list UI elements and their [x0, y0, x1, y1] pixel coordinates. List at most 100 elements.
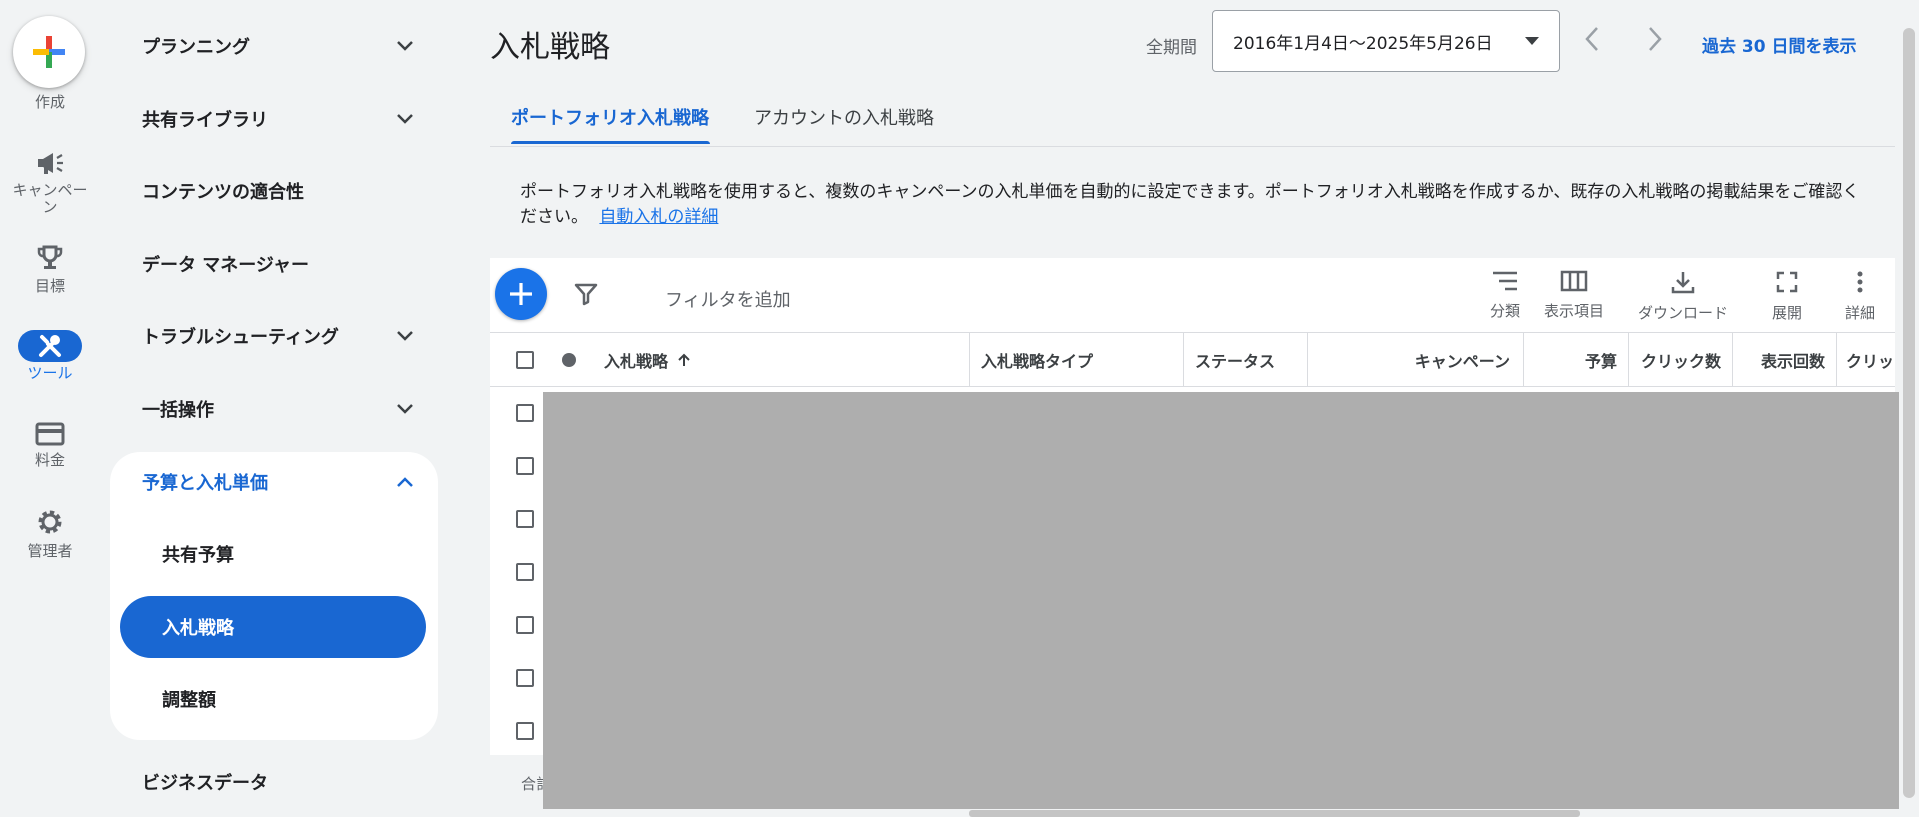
plus-icon — [510, 283, 532, 305]
segment-label: 分類 — [1490, 302, 1521, 320]
download-icon — [1671, 272, 1695, 294]
add-filter-input[interactable]: フィルタを追加 — [665, 286, 791, 312]
rail-admin-label: 管理者 — [27, 542, 73, 560]
nav-budgets-bids-label: 予算と入札単価 — [142, 473, 268, 494]
table-header: 入札戦略 入札戦略タイプ ステータス キャンペーン 予算 クリック数 表示回数 … — [490, 333, 1895, 387]
col-status[interactable]: ステータス — [1195, 333, 1275, 386]
nav-item-business-data[interactable]: ビジネスデータ — [110, 757, 440, 807]
download-button[interactable]: ダウンロード — [1638, 270, 1728, 323]
horizontal-scrollbar[interactable] — [969, 810, 1580, 817]
tab-portfolio-bid-strategies[interactable]: ポートフォリオ入札戦略 — [511, 104, 709, 130]
trophy-icon — [18, 242, 82, 274]
nav-adjustments-label: 調整額 — [162, 690, 216, 711]
rail-item-campaigns[interactable]: キャンペーン — [0, 147, 100, 216]
nav-item-bid-strategies[interactable]: 入札戦略 — [120, 596, 426, 658]
left-rail: 作成 キャンペーン 目標 ツール 料金 管理者 — [0, 0, 100, 817]
columns-button[interactable]: 表示項目 — [1544, 270, 1604, 321]
create-button[interactable] — [13, 16, 85, 88]
more-button[interactable]: 詳細 — [1845, 270, 1875, 323]
rail-billing-label: 料金 — [34, 451, 65, 469]
chevron-left-icon — [1585, 27, 1598, 51]
nav-item-adjustments[interactable]: 調整額 — [120, 668, 426, 730]
col-impressions[interactable]: 表示回数 — [1732, 333, 1825, 386]
sort-ascending-icon — [678, 353, 690, 366]
column-divider — [1183, 333, 1184, 386]
plus-multicolor-icon — [33, 36, 65, 68]
description: ポートフォリオ入札戦略を使用すると、複数のキャンペーンの入札単価を自動的に設定で… — [520, 180, 1875, 230]
add-bid-strategy-button[interactable] — [495, 268, 547, 320]
tab-divider — [490, 146, 1895, 147]
row-checkbox[interactable] — [516, 722, 534, 740]
rail-item-admin[interactable]: 管理者 — [0, 506, 100, 560]
dropdown-arrow-icon — [1525, 37, 1539, 45]
rail-goals-label: 目標 — [34, 277, 65, 295]
chevron-down-icon — [397, 331, 413, 341]
tab-account-bid-strategies[interactable]: アカウントの入札戦略 — [754, 104, 934, 130]
rail-create-label: 作成 — [34, 93, 65, 111]
columns-icon — [1560, 270, 1588, 292]
nav-business-data-label: ビジネスデータ — [142, 773, 268, 794]
expand-button[interactable]: 展開 — [1772, 270, 1802, 323]
rail-campaigns-label: キャンペーン — [12, 181, 88, 216]
description-text: ポートフォリオ入札戦略を使用すると、複数のキャンペーンの入札単価を自動的に設定で… — [520, 182, 1860, 227]
auto-bidding-details-link[interactable]: 自動入札の詳細 — [599, 207, 718, 227]
nav-item-troubleshooting[interactable]: トラブルシューティング — [110, 311, 440, 361]
chevron-down-icon — [397, 404, 413, 414]
date-range-select[interactable]: 2016年1月4日～2025年5月26日 — [1212, 10, 1560, 72]
row-checkbox[interactable] — [516, 404, 534, 422]
segment-button[interactable]: 分類 — [1490, 270, 1520, 321]
row-checkbox[interactable] — [516, 669, 534, 687]
col-ctr-partial[interactable]: クリッ — [1846, 333, 1894, 386]
chevron-down-icon — [397, 114, 413, 124]
nav-item-shared-budgets[interactable]: 共有予算 — [120, 523, 426, 585]
nav-item-data-manager[interactable]: データ マネージャー — [110, 239, 440, 289]
col-bid-strategy[interactable]: 入札戦略 — [604, 333, 692, 386]
row-checkbox[interactable] — [516, 457, 534, 475]
rail-tools-label: ツール — [27, 364, 73, 382]
filter-button[interactable] — [574, 282, 598, 310]
nav-bid-strategies-label: 入札戦略 — [162, 618, 234, 639]
col-bid-strategy-label: 入札戦略 — [604, 351, 669, 371]
col-bid-strategy-type[interactable]: 入札戦略タイプ — [981, 333, 1093, 386]
nav-bulk-actions-label: 一括操作 — [142, 400, 214, 421]
rail-item-goals[interactable]: 目標 — [0, 242, 100, 295]
show-last-30-days-link[interactable]: 過去 30 日間を表示 — [1702, 32, 1857, 57]
columns-label: 表示項目 — [1544, 302, 1605, 320]
rail-item-billing[interactable]: 料金 — [0, 418, 100, 469]
row-checkbox[interactable] — [516, 510, 534, 528]
col-campaigns[interactable]: キャンペーン — [1307, 333, 1510, 386]
credit-card-icon — [18, 418, 82, 450]
nav-planning-label: プランニング — [142, 37, 250, 58]
nav-item-content-suitability[interactable]: コンテンツの適合性 — [110, 166, 440, 216]
column-divider — [969, 333, 970, 386]
date-range-value: 2016年1月4日～2025年5月26日 — [1233, 33, 1493, 54]
nav-item-planning[interactable]: プランニング — [110, 21, 440, 71]
col-budget[interactable]: 予算 — [1523, 333, 1617, 386]
row-checkbox[interactable] — [516, 616, 534, 634]
gear-icon — [18, 506, 82, 538]
more-label: 詳細 — [1845, 304, 1876, 322]
row-checkbox[interactable] — [516, 563, 534, 581]
col-clicks[interactable]: クリック数 — [1628, 333, 1721, 386]
chevron-up-icon — [397, 477, 413, 487]
next-period-button[interactable] — [1643, 24, 1665, 58]
nav-item-budgets-bids[interactable]: 予算と入札単価 — [110, 457, 440, 507]
expand-label: 展開 — [1772, 304, 1803, 322]
nav-item-shared-library[interactable]: 共有ライブラリ — [110, 94, 440, 144]
megaphone-icon — [18, 147, 82, 179]
status-dot-icon — [562, 352, 576, 367]
rail-item-tools[interactable]: ツール — [0, 330, 100, 382]
table-toolbar: フィルタを追加 分類 表示項目 ダウンロード 展開 詳細 — [490, 258, 1895, 333]
nav-group-budgets-bids: 予算と入札単価 共有予算 入札戦略 調整額 — [110, 452, 438, 740]
select-all-checkbox[interactable] — [516, 350, 534, 369]
active-tab-indicator — [511, 141, 710, 144]
vertical-scrollbar[interactable] — [1903, 28, 1915, 798]
nav-item-bulk-actions[interactable]: 一括操作 — [110, 384, 440, 434]
nav-troubleshooting-label: トラブルシューティング — [142, 327, 339, 348]
status-dot-header — [561, 333, 577, 386]
select-all-checkbox-wrap[interactable] — [516, 333, 534, 386]
nav-content-suitability-label: コンテンツの適合性 — [142, 182, 304, 203]
column-divider — [1836, 333, 1837, 386]
prev-period-button[interactable] — [1582, 24, 1604, 58]
more-vert-icon — [1857, 271, 1863, 293]
